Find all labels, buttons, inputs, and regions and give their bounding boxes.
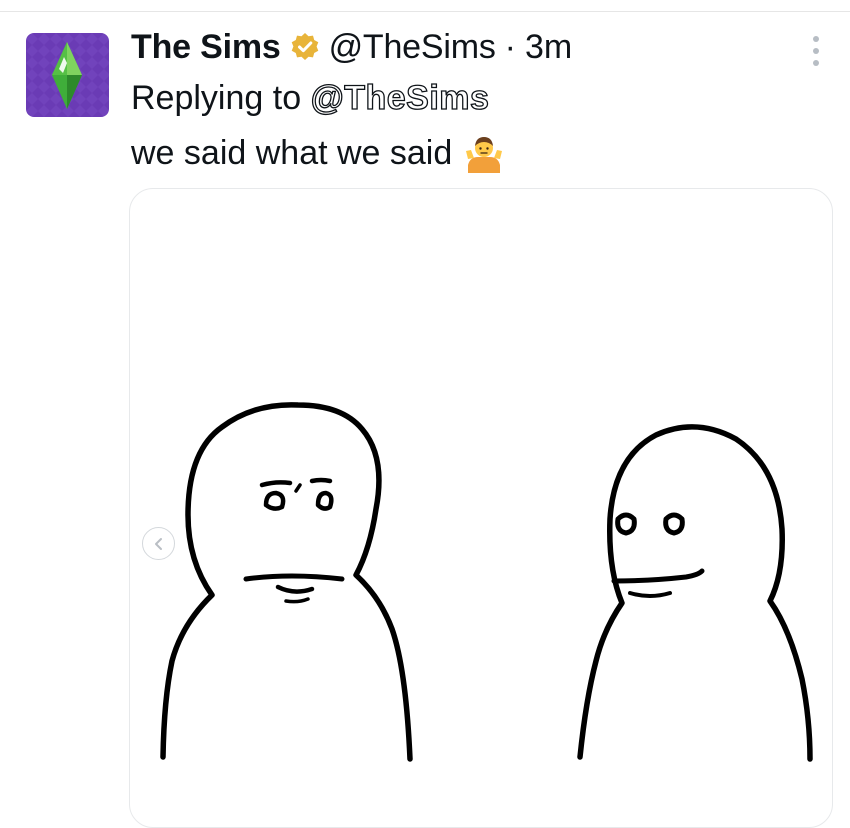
top-divider — [0, 11, 850, 12]
carousel-prev-button[interactable] — [142, 527, 175, 560]
replying-to-line: Replying to @TheSims — [131, 76, 490, 120]
meme-image — [160, 402, 813, 762]
display-name[interactable]: The Sims — [131, 26, 281, 68]
replying-to-label: Replying to — [131, 79, 302, 117]
separator-dot: · — [504, 28, 516, 66]
media-card[interactable] — [129, 188, 833, 828]
more-vertical-icon[interactable] — [808, 36, 824, 66]
person-shrugging-emoji-icon — [464, 133, 504, 173]
tweet-text-line: we said what we said — [131, 131, 504, 175]
replying-to-mention[interactable]: @TheSims — [310, 78, 490, 117]
handle[interactable]: @TheSims — [329, 26, 496, 68]
chevron-left-icon — [154, 537, 162, 550]
plumbob-logo-icon — [26, 33, 109, 117]
tweet-text: we said what we said — [131, 134, 453, 172]
timestamp[interactable]: 3m — [525, 26, 572, 68]
avatar[interactable] — [26, 33, 109, 117]
tweet-header: The Sims @TheSims · 3m — [131, 26, 572, 68]
gold-verified-badge-icon[interactable] — [290, 32, 320, 62]
